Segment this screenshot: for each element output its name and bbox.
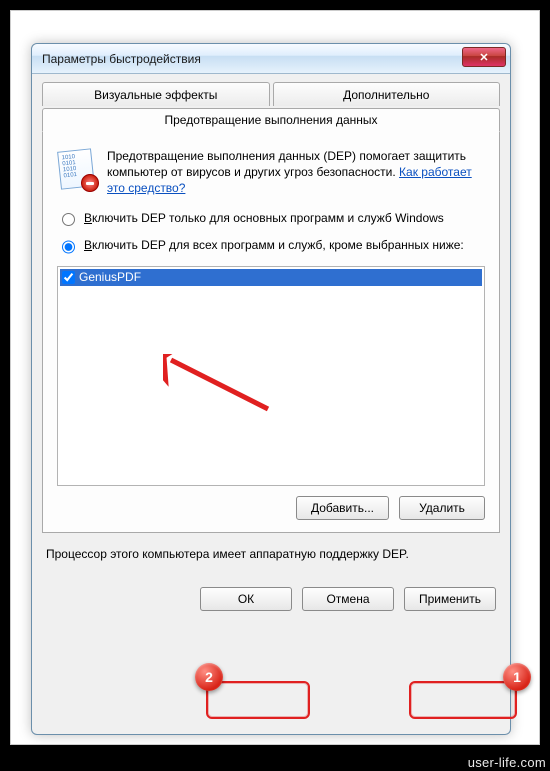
radio-all-except-input[interactable] [62, 240, 75, 254]
dep-panel: 1010 0101 1010 0101 Предотвращение выпол… [42, 131, 500, 533]
list-buttons: Добавить... Удалить [57, 496, 485, 520]
dep-info-icon: 1010 0101 1010 0101 [57, 148, 97, 192]
radio-essential-only-input[interactable] [62, 213, 75, 227]
close-icon: ✕ [479, 51, 488, 64]
dep-radio-group: Включить DEP только для основных програм… [57, 211, 485, 254]
tabs-row-upper: Визуальные эффекты Дополнительно [42, 82, 500, 106]
tab-label: Дополнительно [343, 88, 429, 102]
tab-advanced[interactable]: Дополнительно [273, 82, 501, 106]
remove-button[interactable]: Удалить [399, 496, 485, 520]
list-item-label: GeniusPDF [79, 270, 141, 284]
cpu-dep-support-text: Процессор этого компьютера имеет аппарат… [46, 547, 496, 561]
client-area: Визуальные эффекты Дополнительно Предотв… [32, 74, 510, 623]
radio-all-except[interactable]: Включить DEP для всех программ и служб, … [57, 238, 485, 254]
add-button[interactable]: Добавить... [296, 496, 389, 520]
watermark: user-life.com [468, 755, 546, 770]
dialog-action-row: ОК Отмена Применить [42, 587, 500, 611]
title-bar: Параметры быстродействия ✕ [32, 44, 510, 74]
info-text: Предотвращение выполнения данных (DEP) п… [107, 148, 485, 197]
apply-button[interactable]: Применить [404, 587, 496, 611]
performance-options-window: Параметры быстродействия ✕ Визуальные эф… [31, 43, 511, 735]
tab-label: Предотвращение выполнения данных [164, 113, 377, 127]
info-block: 1010 0101 1010 0101 Предотвращение выпол… [57, 148, 485, 197]
radio-essential-only[interactable]: Включить DEP только для основных програм… [57, 211, 485, 227]
exception-listbox[interactable]: GeniusPDF [57, 266, 485, 486]
tab-visual-effects[interactable]: Визуальные эффекты [42, 82, 270, 106]
list-item-checkbox[interactable] [62, 271, 75, 284]
tab-label: Визуальные эффекты [94, 88, 217, 102]
tabs-row-lower: Предотвращение выполнения данных [42, 105, 500, 132]
list-item[interactable]: GeniusPDF [60, 269, 482, 286]
close-button[interactable]: ✕ [462, 47, 506, 67]
ok-button[interactable]: ОК [200, 587, 292, 611]
screenshot-stage: Параметры быстродействия ✕ Визуальные эф… [10, 10, 540, 745]
window-title: Параметры быстродействия [42, 52, 201, 66]
block-badge-icon [81, 174, 99, 192]
cancel-button[interactable]: Отмена [302, 587, 394, 611]
tab-dep[interactable]: Предотвращение выполнения данных [42, 108, 500, 132]
